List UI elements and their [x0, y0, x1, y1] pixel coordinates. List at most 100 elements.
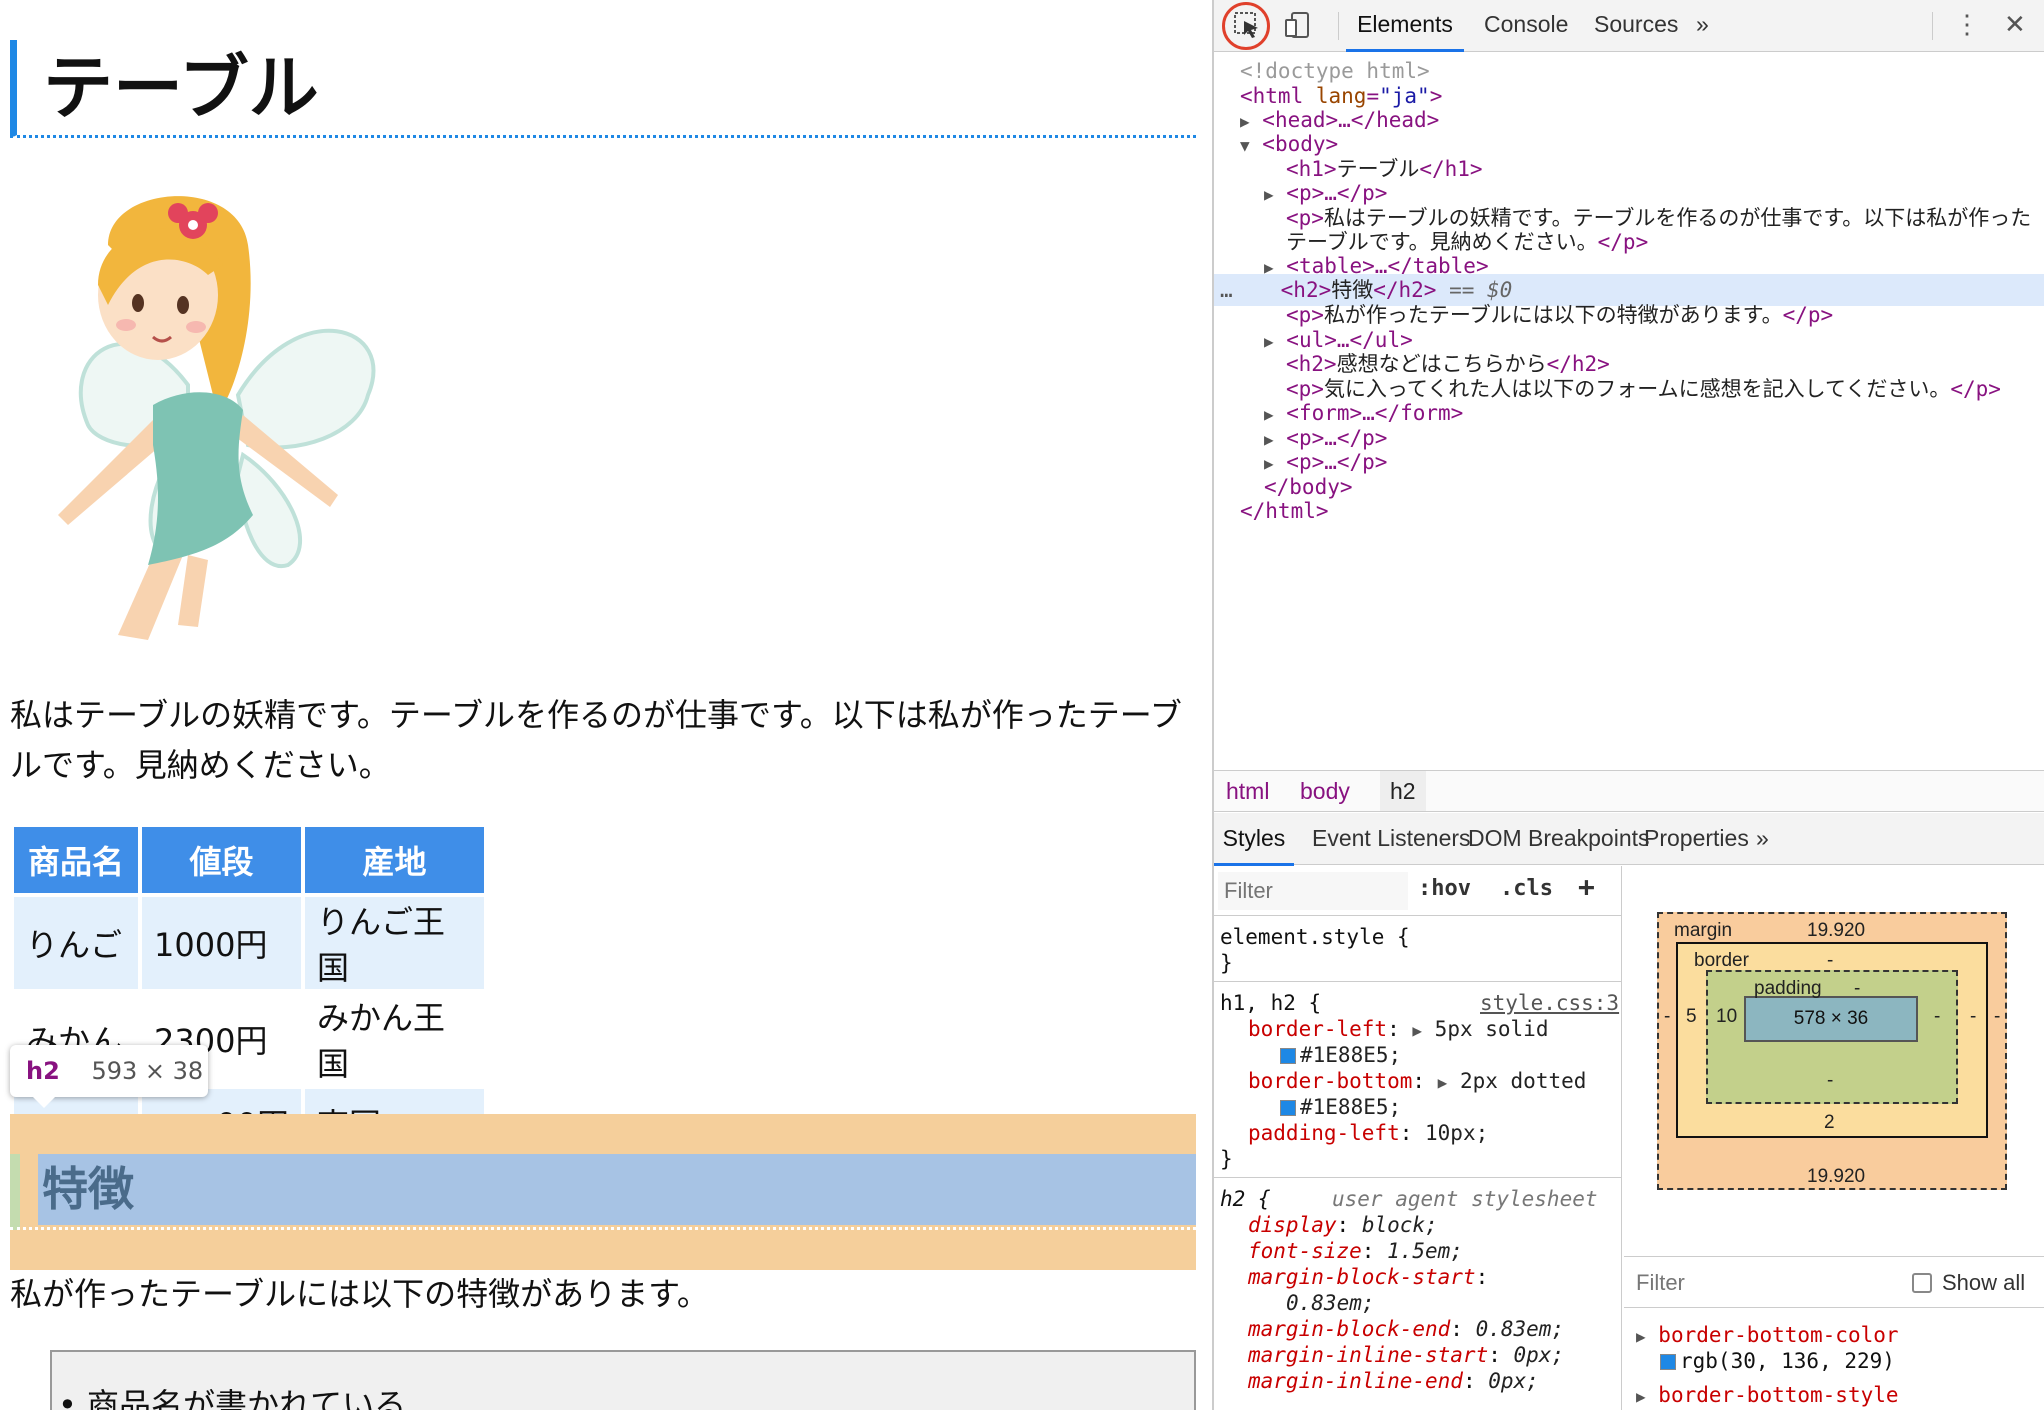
table-row: りんご 1000円 りんご王国 [14, 897, 484, 989]
css-property[interactable]: display: block; [1248, 1212, 1438, 1238]
list-item: • 商品名が書かれている [58, 1386, 407, 1410]
css-property[interactable]: margin-block-start: [1248, 1264, 1488, 1290]
css-property[interactable]: margin-block-end: 0.83em; [1248, 1316, 1564, 1342]
more-subtabs-button[interactable]: » [1756, 813, 1769, 863]
close-icon[interactable]: ✕ [2004, 0, 2026, 52]
css-property[interactable]: border-left: ▶ 5px solid [1248, 1016, 1548, 1042]
tab-dom-breakpoints[interactable]: DOM Breakpoints [1468, 813, 1650, 863]
page-heading: テーブル [10, 40, 1196, 138]
table-header: 産地 [305, 827, 484, 893]
css-property-cont[interactable]: 0.83em; [1286, 1290, 1375, 1316]
tab-properties[interactable]: Properties [1644, 813, 1749, 863]
devtools-panel: Elements Console Sources » ⋮ ✕ <!doctype… [1212, 0, 2044, 1410]
css-property[interactable]: margin-inline-start: 0px; [1248, 1342, 1564, 1368]
styles-filter-bar: :hov .cls + [1214, 866, 1621, 916]
computed-property-value[interactable]: rgb(30, 136, 229) [1660, 1348, 1895, 1374]
ua-stylesheet-label: user agent stylesheet [1332, 1187, 1598, 1211]
color-swatch[interactable] [1660, 1354, 1676, 1370]
rule-divider [1214, 1177, 1621, 1178]
border-left-value[interactable]: 5 [1686, 1006, 1697, 1028]
computed-property[interactable]: ▶ border-bottom-color [1636, 1322, 1899, 1350]
styles-filter-input[interactable] [1218, 872, 1408, 910]
margin-label: margin [1674, 920, 1733, 941]
cls-button[interactable]: .cls [1500, 876, 1553, 901]
rule-divider [1214, 981, 1621, 982]
border-top-value[interactable]: - [1827, 950, 1833, 972]
styles-subtabs: Styles Event Listeners DOM Breakpoints P… [1214, 813, 2044, 866]
expand-triangle-icon[interactable]: ▶ [1264, 332, 1274, 351]
collapse-triangle-icon[interactable]: ▼ [1240, 136, 1250, 155]
section-heading-features: 特徴 [42, 1162, 134, 1216]
inspect-element-icon[interactable] [1232, 10, 1262, 40]
color-swatch[interactable] [1280, 1100, 1296, 1116]
dom-tree: <!doctype html> <html lang="ja"> ▶ <head… [1214, 53, 2044, 773]
tab-styles[interactable]: Styles [1214, 813, 1294, 866]
new-rule-button[interactable]: + [1578, 870, 1595, 903]
box-model-pane: 578 × 36 margin 19.920 19.920 - - border… [1624, 866, 2044, 1410]
dom-html-close[interactable]: </html> [1240, 495, 1329, 527]
tooltip-arrow [32, 1096, 56, 1108]
margin-right-value[interactable]: - [1994, 1006, 2000, 1028]
fairy-illustration [58, 196, 376, 640]
table-header: 値段 [142, 827, 301, 893]
tooltip-tag: h2 [26, 1057, 60, 1085]
css-property-cont[interactable]: #1E88E5; [1280, 1094, 1401, 1120]
stylesheet-link[interactable]: style.css:3 [1480, 990, 1619, 1016]
show-all-label: Show all [1942, 1270, 2026, 1295]
hov-button[interactable]: :hov [1418, 876, 1471, 901]
css-property[interactable]: font-size: 1.5em; [1248, 1238, 1463, 1264]
padding-right-value[interactable]: - [1934, 1006, 1940, 1028]
margin-left-value[interactable]: - [1664, 1006, 1670, 1028]
padding-top-value[interactable]: - [1854, 978, 1860, 1000]
box-model-content[interactable]: 578 × 36 [1744, 996, 1918, 1042]
table-cell: みかん王国 [317, 999, 446, 1083]
styles-pane: :hov .cls + element.style { } h1, h2 { s… [1214, 866, 1622, 1410]
tab-elements[interactable]: Elements [1346, 0, 1464, 52]
rule-close: } [1220, 951, 1233, 975]
breadcrumb-html[interactable]: html [1226, 771, 1269, 811]
inspect-tooltip: h2 593 × 38 [10, 1045, 208, 1097]
computed-filter-input[interactable]: Filter [1636, 1257, 1685, 1309]
css-property[interactable]: padding-left: 10px; [1248, 1120, 1488, 1146]
breadcrumb-body[interactable]: body [1300, 771, 1350, 811]
product-table: 商品名 値段 産地 りんご 1000円 りんご王国 みかん 2300円 みかん王… [10, 823, 488, 1160]
tab-sources[interactable]: Sources [1594, 0, 1678, 52]
padding-left-value[interactable]: 10 [1716, 1006, 1737, 1028]
toolbar-separator [1932, 12, 1933, 40]
tab-console[interactable]: Console [1484, 0, 1568, 52]
table-cell: りんご [14, 897, 138, 989]
tab-event-listeners[interactable]: Event Listeners [1312, 813, 1471, 863]
ua-rule-selector[interactable]: h2 { [1220, 1186, 1271, 1212]
css-property[interactable]: border-bottom: ▶ 2px dotted [1248, 1068, 1586, 1094]
intro-paragraph: 私はテーブルの妖精です。テーブルを作るのが仕事です。以下は私が作ったテーブルです… [10, 696, 1182, 784]
devtools-toolbar: Elements Console Sources » ⋮ ✕ [1214, 0, 2044, 52]
toolbar-separator [1338, 12, 1339, 40]
margin-bottom-value[interactable]: 19.920 [1807, 1166, 1865, 1188]
heading-dotted-border [10, 1227, 1196, 1230]
tooltip-dimensions: 593 × 38 [91, 1057, 204, 1085]
computed-filter-bar: Filter Show all [1624, 1256, 2044, 1308]
show-all-checkbox[interactable] [1912, 1273, 1932, 1293]
table-cell: 1000円 [142, 897, 301, 989]
rule-selector[interactable]: h1, h2 { [1220, 990, 1321, 1016]
color-swatch[interactable] [1280, 1048, 1296, 1064]
padding-bottom-value[interactable]: - [1827, 1070, 1833, 1092]
content-highlight [38, 1154, 1196, 1225]
features-paragraph: 私が作ったテーブルには以下の特徴があります。 [10, 1275, 709, 1313]
css-property[interactable]: margin-inline-end: 0px; [1248, 1368, 1539, 1394]
more-tabs-button[interactable]: » [1696, 0, 1709, 52]
breadcrumb-h2[interactable]: h2 [1380, 771, 1426, 811]
border-bottom-value[interactable]: 2 [1824, 1112, 1835, 1134]
border-right-value[interactable]: - [1970, 1006, 1976, 1028]
table-header: 商品名 [14, 827, 138, 893]
table-cell: りんご王国 [305, 897, 484, 989]
computed-property[interactable]: ▶ border-bottom-style [1636, 1382, 1899, 1410]
css-property-cont[interactable]: #1E88E5; [1280, 1042, 1401, 1068]
element-style-rule[interactable]: element.style { [1220, 924, 1410, 950]
margin-top-value[interactable]: 19.920 [1807, 920, 1865, 942]
device-toolbar-icon[interactable] [1284, 10, 1314, 40]
border-highlight [10, 1154, 20, 1230]
kebab-menu-icon[interactable]: ⋮ [1954, 0, 1980, 52]
expand-triangle-icon[interactable]: ▶ [1264, 185, 1274, 204]
border-label: border [1694, 950, 1749, 971]
